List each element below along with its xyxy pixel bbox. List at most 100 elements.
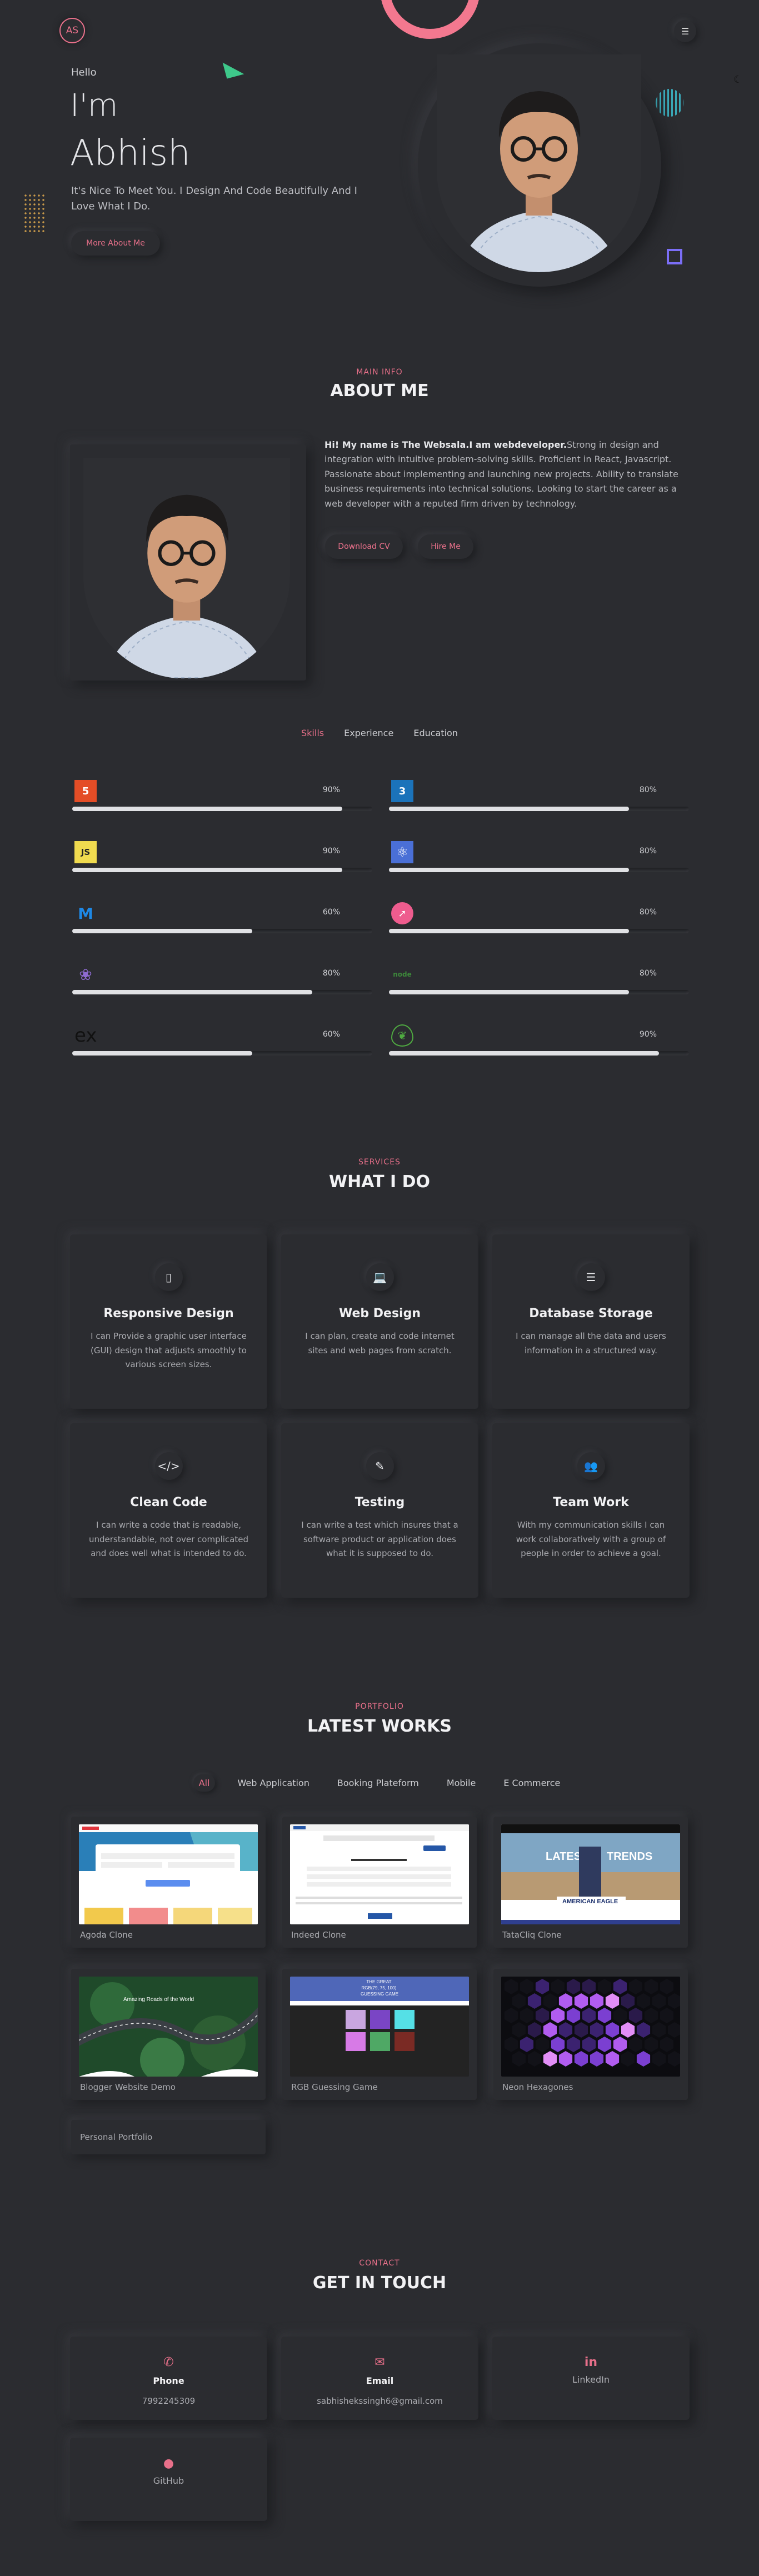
work-title: Personal Portfolio bbox=[80, 2132, 153, 2142]
rgb-heading-line: GUESSING GAME bbox=[361, 1992, 398, 1997]
skill-progress-fill bbox=[389, 807, 629, 811]
about-intro-bold: Hi! My name is The Websala.I am webdevel… bbox=[324, 439, 567, 450]
service-title: Database Storage bbox=[529, 1307, 653, 1320]
contact-title: GET IN TOUCH bbox=[312, 2273, 447, 2293]
more-about-me-button[interactable]: More About Me bbox=[71, 231, 160, 256]
tatacliq-trends-text: TRENDS bbox=[607, 1850, 652, 1863]
skill-progress-track bbox=[389, 868, 689, 872]
skill-percent: 60% bbox=[322, 908, 340, 917]
work-thumbnail bbox=[79, 1824, 258, 1924]
skill-percent: 80% bbox=[639, 847, 657, 856]
skill-progress-track bbox=[389, 807, 689, 811]
email-icon: ✉ bbox=[374, 2355, 385, 2369]
work-card-indeed[interactable]: Indeed Clone bbox=[282, 1817, 477, 1948]
javascript-icon: JS bbox=[74, 841, 97, 863]
about-description: Hi! My name is The Websala.I am webdevel… bbox=[324, 438, 691, 511]
filter-web-application[interactable]: Web Application bbox=[232, 1774, 314, 1792]
download-cv-button[interactable]: Download CV bbox=[325, 534, 403, 559]
syringe-icon: ✎ bbox=[366, 1452, 394, 1480]
contact-card-email[interactable]: ✉ Email sabhishekssingh6@gmail.com bbox=[281, 2337, 478, 2420]
work-title: Neon Hexagones bbox=[502, 2082, 573, 2092]
work-title: Blogger Website Demo bbox=[80, 2082, 176, 2092]
service-description: I can plan, create and code internet sit… bbox=[305, 1331, 455, 1355]
skill-progress-fill bbox=[72, 990, 312, 994]
work-card-personal-portfolio[interactable]: Personal Portfolio bbox=[71, 2120, 266, 2154]
skill-percent: 80% bbox=[639, 908, 657, 917]
about-tabs: Skills Experience Education bbox=[0, 726, 759, 741]
tatacliq-brand-text: AMERICAN EAGLE bbox=[562, 1898, 618, 1905]
mui-icon: M bbox=[78, 904, 93, 923]
contact-card-github[interactable]: ● GitHub bbox=[70, 2438, 267, 2521]
work-card-blogger[interactable]: Amazing Roads of the World Blogger Websi… bbox=[71, 1969, 266, 2100]
about-subtitle: MAIN INFO bbox=[356, 368, 403, 377]
skill-progress-track bbox=[72, 929, 372, 933]
services-subtitle: SERVICES bbox=[358, 1158, 401, 1167]
skill-progress-fill bbox=[389, 929, 629, 933]
github-icon: ● bbox=[163, 2457, 174, 2470]
work-thumbnail bbox=[501, 1977, 680, 2077]
blogger-caption-text: Amazing Roads of the World bbox=[123, 1997, 194, 2003]
hero-tagline: It's Nice To Meet You. I Design And Code… bbox=[71, 185, 357, 212]
skill-item: ⚛ 80% bbox=[389, 841, 689, 886]
work-thumbnail: Amazing Roads of the World bbox=[79, 1977, 258, 2077]
skill-item: ➚ 80% bbox=[389, 902, 689, 947]
skill-item: ❀ 80% bbox=[72, 963, 372, 1008]
service-title: Clean Code bbox=[130, 1495, 207, 1509]
work-card-neon[interactable]: Neon Hexagones bbox=[493, 1969, 688, 2100]
linkedin-icon: in bbox=[584, 2355, 598, 2369]
hero-name: Abhish bbox=[70, 133, 191, 174]
hamburger-icon: ☰ bbox=[681, 26, 690, 37]
hire-me-button[interactable]: Hire Me bbox=[418, 534, 473, 559]
skill-progress-track bbox=[389, 929, 689, 933]
filter-booking-plateform[interactable]: Booking Plateform bbox=[332, 1774, 425, 1792]
skill-progress-track bbox=[72, 990, 372, 994]
service-card: </> Clean Code I can write a code that is … bbox=[70, 1423, 267, 1598]
theme-toggle-moon-icon[interactable]: ☾ bbox=[733, 74, 747, 87]
portfolio-filters: All Web Application Booking Plateform Mo… bbox=[0, 1774, 759, 1792]
skill-item: M 60% bbox=[72, 902, 372, 947]
skill-progress-fill bbox=[72, 1051, 252, 1056]
tab-skills[interactable]: Skills bbox=[298, 726, 327, 741]
service-description: I can Provide a graphic user interface (… bbox=[91, 1331, 247, 1369]
tab-experience[interactable]: Experience bbox=[341, 726, 397, 741]
skill-item: ❦ 90% bbox=[389, 1024, 689, 1069]
skill-percent: 60% bbox=[322, 1030, 340, 1039]
rgb-heading-line: THE GREAT bbox=[366, 1979, 391, 1984]
react-icon: ⚛ bbox=[391, 841, 413, 863]
skill-item: ex 60% bbox=[72, 1024, 372, 1069]
page: AS ☰ ☾ Hello I'm Abhish It's Nice To Mee… bbox=[0, 0, 759, 2576]
filter-e-commerce[interactable]: E Commerce bbox=[498, 1774, 566, 1792]
work-title: RGB Guessing Game bbox=[291, 2082, 378, 2092]
skill-percent: 90% bbox=[639, 1030, 657, 1039]
service-title: Testing bbox=[354, 1495, 405, 1509]
menu-button[interactable]: ☰ bbox=[674, 20, 696, 42]
contact-card-linkedin[interactable]: in LinkedIn bbox=[492, 2337, 690, 2420]
service-card: ☰ Database Storage I can manage all the da… bbox=[492, 1234, 690, 1409]
service-description: I can write a test which insures that a … bbox=[301, 1520, 458, 1558]
decorative-striped-circle bbox=[656, 89, 683, 117]
laptop-icon: 💻 bbox=[366, 1263, 394, 1291]
work-card-rgb[interactable]: THE GREAT RGB(79, 75, 100) GUESSING GAME… bbox=[282, 1969, 477, 2100]
tab-education[interactable]: Education bbox=[410, 726, 461, 741]
filter-mobile[interactable]: Mobile bbox=[441, 1774, 481, 1792]
skill-progress-track bbox=[72, 807, 372, 811]
express-icon: ex bbox=[74, 1024, 97, 1047]
filter-all[interactable]: All bbox=[193, 1774, 216, 1792]
skill-progress-track bbox=[389, 1051, 689, 1056]
work-card-tatacliq[interactable]: LATEST TRENDS AMERICAN EAGLE TataCliq Cl… bbox=[493, 1817, 688, 1948]
hero-photo bbox=[437, 54, 641, 272]
hero-im: I'm bbox=[70, 88, 118, 124]
phone-icon: ✆ bbox=[163, 2355, 174, 2369]
work-card-agoda[interactable]: Agoda Clone bbox=[71, 1817, 266, 1948]
skill-item: 5 90% bbox=[72, 780, 372, 824]
skill-progress-track bbox=[389, 990, 689, 994]
logo[interactable]: AS bbox=[59, 18, 85, 43]
contact-card-phone[interactable]: ✆ Phone 7992245309 bbox=[70, 2337, 267, 2420]
service-card: 💻 Web Design I can plan, create and code i… bbox=[281, 1234, 478, 1409]
rgb-heading-line: RGB(79, 75, 100) bbox=[362, 1985, 397, 1990]
service-card: ▯ Responsive Design I can Provide a graphi… bbox=[70, 1234, 267, 1409]
skill-progress-track bbox=[72, 1051, 372, 1056]
contact-value: 7992245309 bbox=[142, 2396, 196, 2406]
skill-progress-fill bbox=[389, 1051, 659, 1056]
skill-percent: 90% bbox=[322, 847, 340, 856]
